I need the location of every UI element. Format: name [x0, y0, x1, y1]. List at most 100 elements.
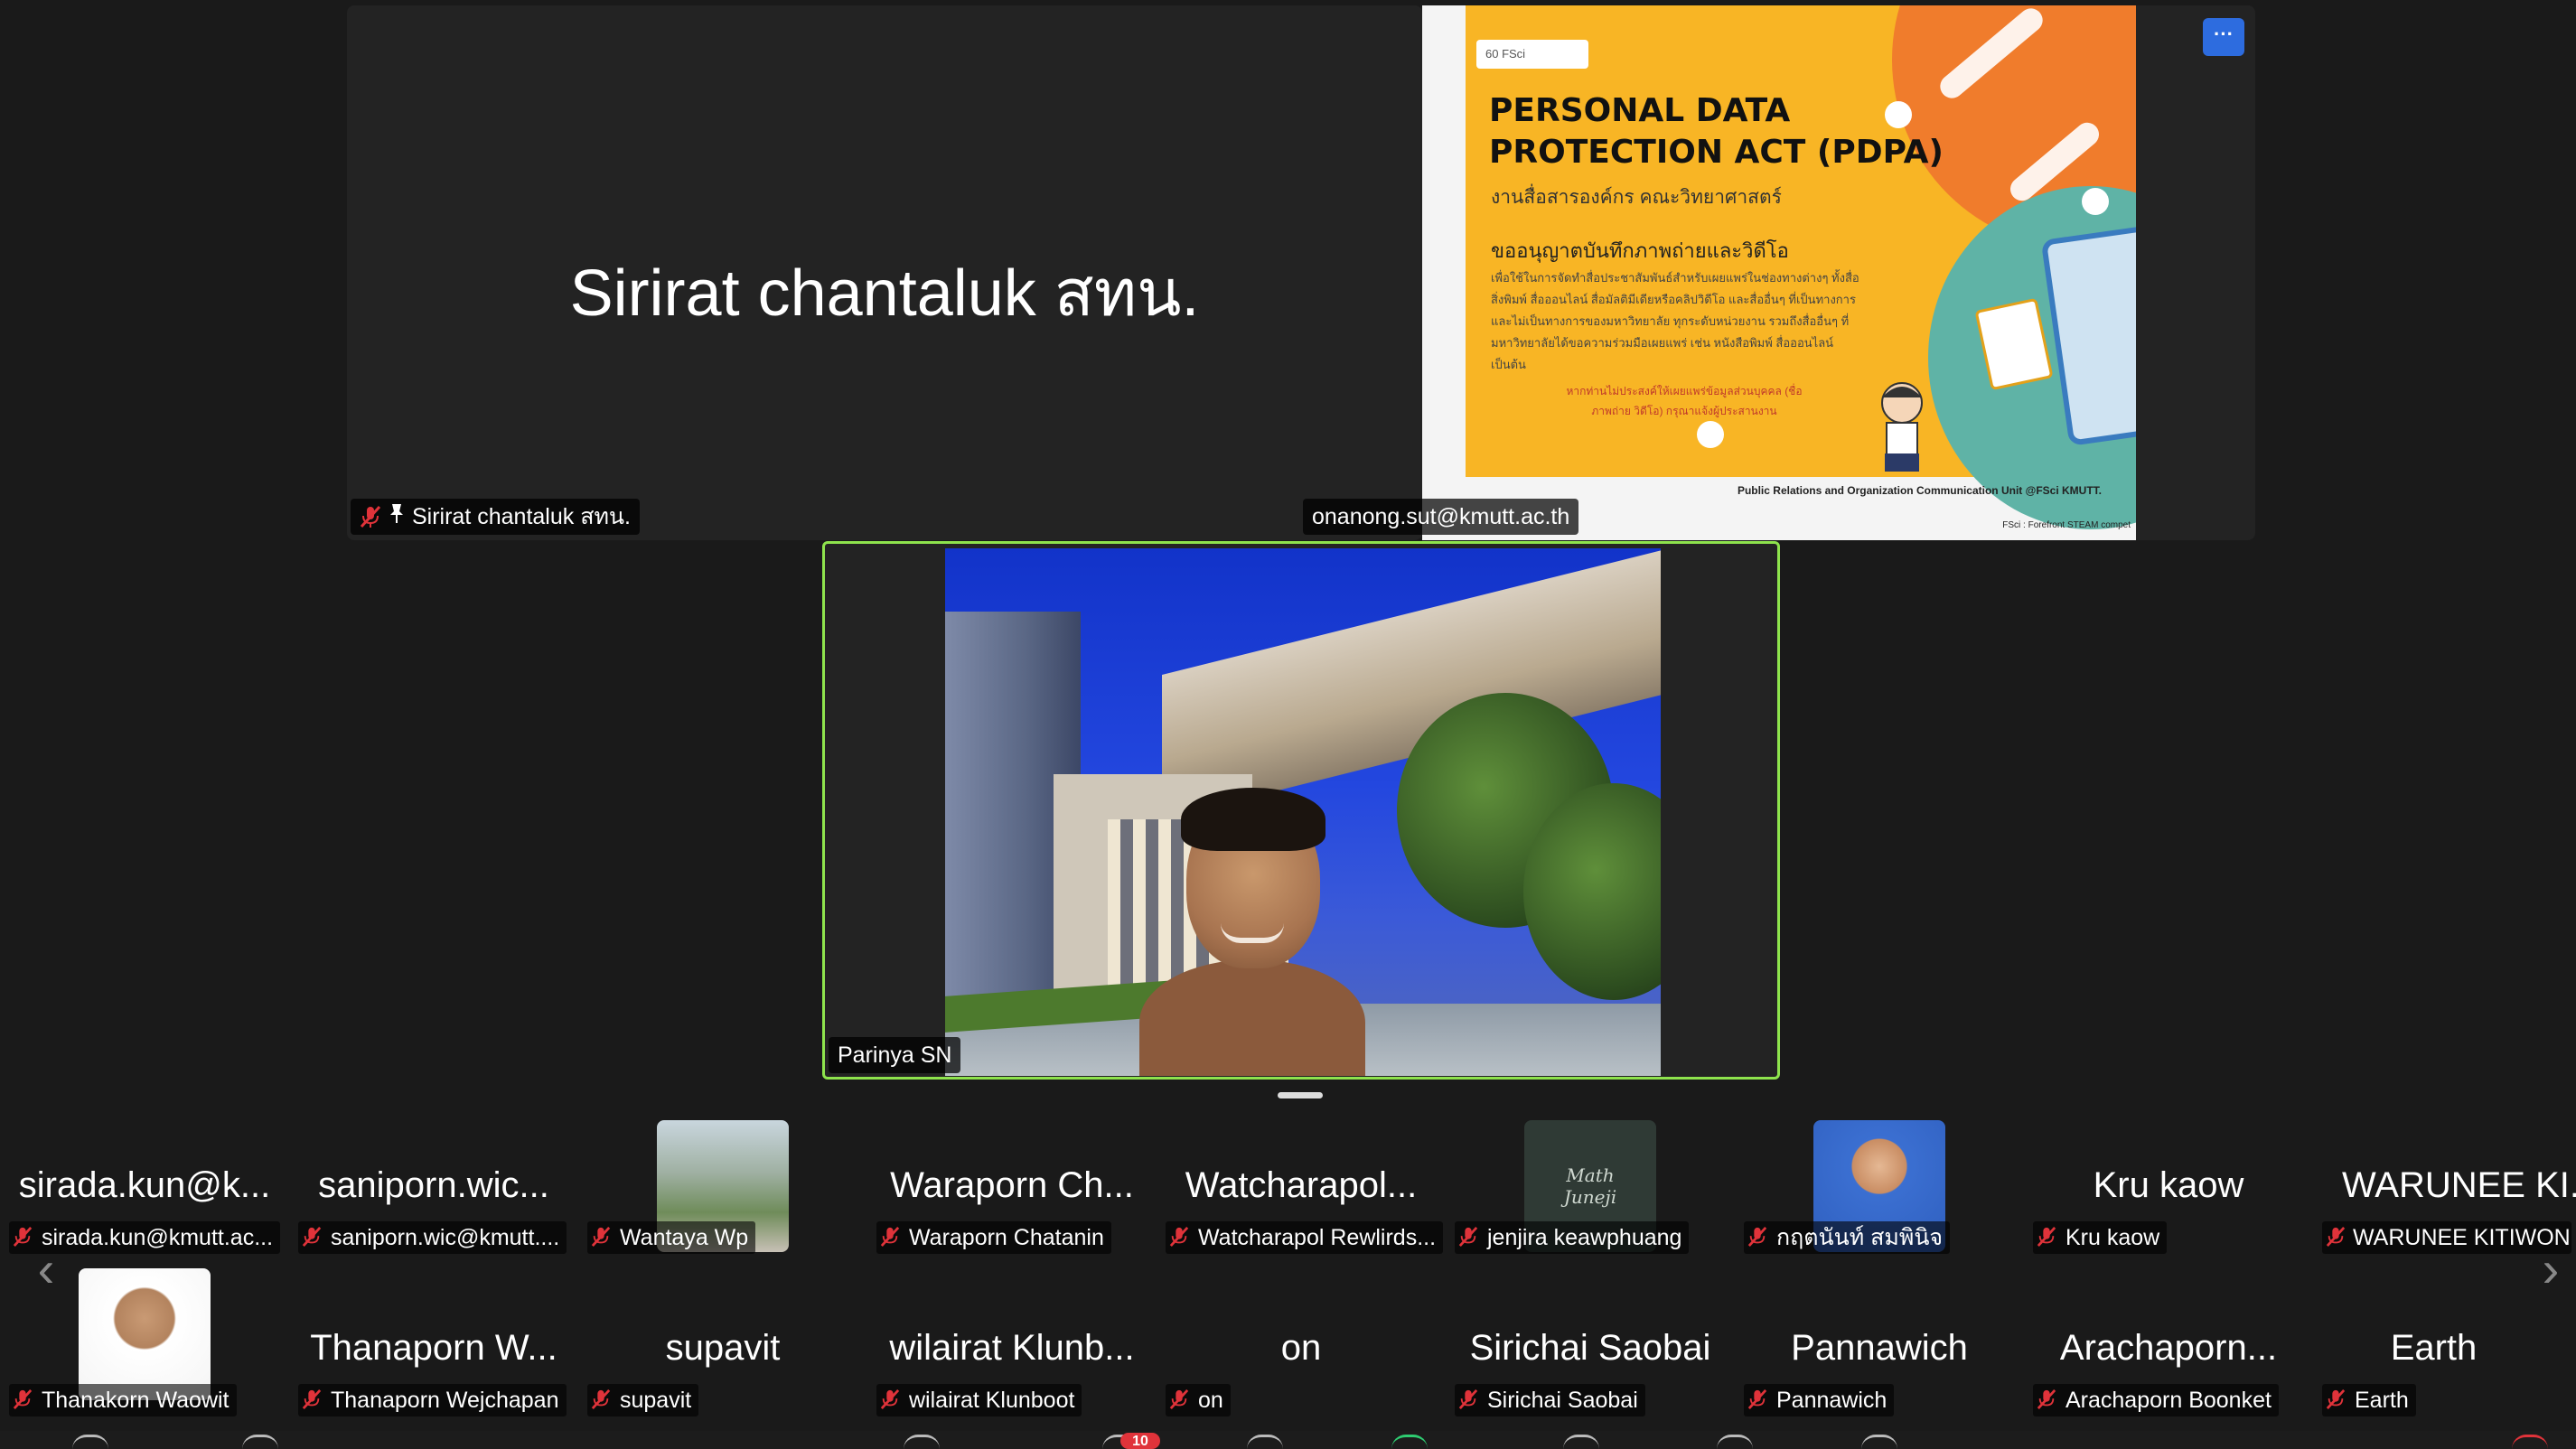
- mic-muted-icon: [1169, 1226, 1191, 1249]
- mic-muted-icon: [302, 1226, 323, 1249]
- tile-display-name: Waraporn Ch...: [890, 1165, 1134, 1205]
- gallery-tile[interactable]: Math Juneji jenjira keawphuang: [1446, 1106, 1735, 1257]
- gallery-tile[interactable]: Pannawich Pannawich: [1735, 1268, 2024, 1420]
- slide-decoration: [2082, 188, 2109, 215]
- tile-label-text: Arachaporn Boonket: [2065, 1388, 2272, 1413]
- slide-heading: ขออนุญาตบันทึกภาพถ่ายและวิดีโอ: [1491, 239, 1789, 262]
- tile-display-name: Thanaporn W...: [310, 1328, 557, 1368]
- mic-muted-icon: [880, 1226, 902, 1249]
- chevron-right-icon[interactable]: ›: [2537, 1242, 2564, 1296]
- mic-muted-icon: [2326, 1388, 2347, 1412]
- active-speaker-tile[interactable]: Parinya SN: [822, 541, 1780, 1080]
- tile-display-name: supavit: [665, 1328, 781, 1368]
- tile-label-text: กฤตนันท์ สมพินิจ: [1776, 1225, 1944, 1250]
- pin-icon: [389, 499, 405, 535]
- tile-label: Watcharapol Rewlirds...: [1166, 1221, 1444, 1254]
- gallery-resize-handle[interactable]: [1278, 1092, 1323, 1098]
- mic-muted-icon: [1169, 1388, 1191, 1412]
- mic-muted-icon: [13, 1226, 34, 1249]
- participant-name: Parinya SN: [838, 1042, 952, 1068]
- tile-label: on: [1166, 1384, 1231, 1416]
- tile-label: Thanaporn Wejchapan: [298, 1384, 567, 1416]
- tile-label-text: on: [1198, 1388, 1223, 1413]
- gallery-strip: sirada.kun@k... sirada.kun@kmutt.ac... s…: [0, 1106, 2576, 1431]
- gallery-tile[interactable]: Thanaporn W... Thanaporn Wejchapan: [289, 1268, 578, 1420]
- mic-muted-icon: [1458, 1226, 1480, 1249]
- tile-label: supavit: [587, 1384, 699, 1416]
- slide-footer: Public Relations and Organization Commun…: [1737, 484, 2102, 497]
- tile-label-text: Kru kaow: [2065, 1225, 2160, 1250]
- tile-display-name: WARUNEE KI...: [2342, 1165, 2576, 1205]
- slide-decoration: [1697, 421, 1724, 448]
- tile-display-name: Kru kaow: [2093, 1165, 2244, 1205]
- tile-label-text: saniporn.wic@kmutt....: [331, 1225, 560, 1250]
- tile-label-text: Pannawich: [1776, 1388, 1888, 1413]
- slide-title: PERSONAL DATA PROTECTION ACT (PDPA): [1489, 92, 1944, 171]
- speaker-video: [945, 548, 1661, 1076]
- tile-label: กฤตนันท์ สมพินิจ: [1744, 1221, 1951, 1254]
- participant-name-label: Parinya SN: [829, 1037, 961, 1073]
- participant-name-label: onanong.sut@kmutt.ac.th: [1303, 499, 1579, 535]
- shared-slide: 60 FSci PERSONAL DATA PROTECTION ACT (PD…: [1422, 5, 2136, 540]
- more-options-button[interactable]: ···: [2203, 18, 2244, 56]
- tile-label-text: Thanakorn Waowit: [42, 1388, 229, 1413]
- tile-label: Pannawich: [1744, 1384, 1895, 1416]
- tile-label-text: Wantaya Wp: [620, 1225, 749, 1250]
- chevron-left-icon[interactable]: ‹: [33, 1242, 60, 1296]
- gallery-tile[interactable]: Wantaya Wp: [578, 1106, 867, 1257]
- tile-display-name: wilairat Klunb...: [889, 1328, 1135, 1368]
- gallery-tile[interactable]: Kru kaow Kru kaow: [2024, 1106, 2313, 1257]
- gallery-tile[interactable]: Arachaporn... Arachaporn Boonket: [2024, 1268, 2313, 1420]
- gallery-tile[interactable]: on on: [1157, 1268, 1446, 1420]
- gallery-tile[interactable]: กฤตนันท์ สมพินิจ: [1735, 1106, 2024, 1257]
- tile-label-text: supavit: [620, 1388, 692, 1413]
- mic-muted-icon: [1747, 1226, 1769, 1249]
- tile-display-name: Arachaporn...: [2059, 1328, 2278, 1368]
- participant-name: onanong.sut@kmutt.ac.th: [1312, 504, 1570, 529]
- speaker-person: [1139, 788, 1365, 1076]
- participant-tile-sirirat[interactable]: Sirirat chantaluk สทน. Sirirat chantaluk…: [347, 5, 1422, 540]
- tile-label: saniporn.wic@kmutt....: [298, 1221, 567, 1254]
- tile-display-name: saniporn.wic...: [318, 1165, 549, 1205]
- tile-label: WARUNEE KITIWON...: [2322, 1221, 2571, 1254]
- tile-label: wilairat Klunboot: [876, 1384, 1082, 1416]
- tile-label: Wantaya Wp: [587, 1221, 756, 1254]
- tile-label: Arachaporn Boonket: [2033, 1384, 2279, 1416]
- chat-unread-badge: 10: [1120, 1433, 1160, 1449]
- gallery-tile[interactable]: Waraporn Ch... Waraporn Chatanin: [867, 1106, 1157, 1257]
- tile-display-name: Watcharapol...: [1185, 1165, 1418, 1205]
- participant-name: Sirirat chantaluk สทน.: [412, 504, 631, 529]
- gallery-tile[interactable]: Sirichai Saobai Sirichai Saobai: [1446, 1268, 1735, 1420]
- slide-footer-tagline: FSci : Forefront STEAM compet: [2002, 520, 2131, 530]
- tile-display-name: on: [1280, 1328, 1322, 1368]
- mic-muted-icon: [13, 1388, 34, 1412]
- tile-label-text: Watcharapol Rewlirds...: [1198, 1225, 1437, 1250]
- tile-display-name: Sirichai Saobai: [1469, 1328, 1711, 1368]
- participant-name-label: Sirirat chantaluk สทน.: [351, 499, 640, 535]
- tile-label: Sirichai Saobai: [1455, 1384, 1645, 1416]
- gallery-tile[interactable]: sirada.kun@k... sirada.kun@kmutt.ac...: [0, 1106, 289, 1257]
- slide-subtitle: งานสื่อสารองค์กร คณะวิทยาศาสตร์: [1491, 187, 1782, 208]
- tile-label-text: Waraporn Chatanin: [909, 1225, 1104, 1250]
- slide-logo-badge: 60 FSci: [1476, 40, 1588, 69]
- tile-label-text: jenjira keawphuang: [1487, 1225, 1682, 1250]
- meeting-toolbar: [0, 1431, 2576, 1449]
- gallery-tile[interactable]: Watcharapol... Watcharapol Rewlirds...: [1157, 1106, 1446, 1257]
- mic-muted-icon: [2326, 1226, 2346, 1249]
- mic-muted-icon: [2037, 1388, 2058, 1412]
- tile-label-text: wilairat Klunboot: [909, 1388, 1075, 1413]
- gallery-tile[interactable]: WARUNEE KI... WARUNEE KITIWON...: [2313, 1106, 2576, 1257]
- participant-display-name: Sirirat chantaluk สทน.: [569, 257, 1200, 330]
- tile-label: jenjira keawphuang: [1455, 1221, 1690, 1254]
- slide-body: เพื่อใช้ในการจัดทำสื่อประชาสัมพันธ์สำหรั…: [1491, 271, 1859, 371]
- tile-label-text: sirada.kun@kmutt.ac...: [42, 1225, 274, 1250]
- gallery-tile[interactable]: wilairat Klunb... wilairat Klunboot: [867, 1268, 1157, 1420]
- slide-note: หากท่านไม่ประสงค์ให้เผยแพร่ข้อมูลส่วนบุค…: [1566, 385, 1803, 417]
- gallery-tile[interactable]: supavit supavit: [578, 1268, 867, 1420]
- tile-display-name: Earth: [2390, 1328, 2478, 1368]
- tile-label: Earth: [2322, 1384, 2416, 1416]
- tile-label: Kru kaow: [2033, 1221, 2168, 1254]
- mic-muted-icon: [591, 1388, 613, 1412]
- tile-display-name: sirada.kun@k...: [18, 1165, 271, 1205]
- gallery-tile[interactable]: saniporn.wic... saniporn.wic@kmutt....: [289, 1106, 578, 1257]
